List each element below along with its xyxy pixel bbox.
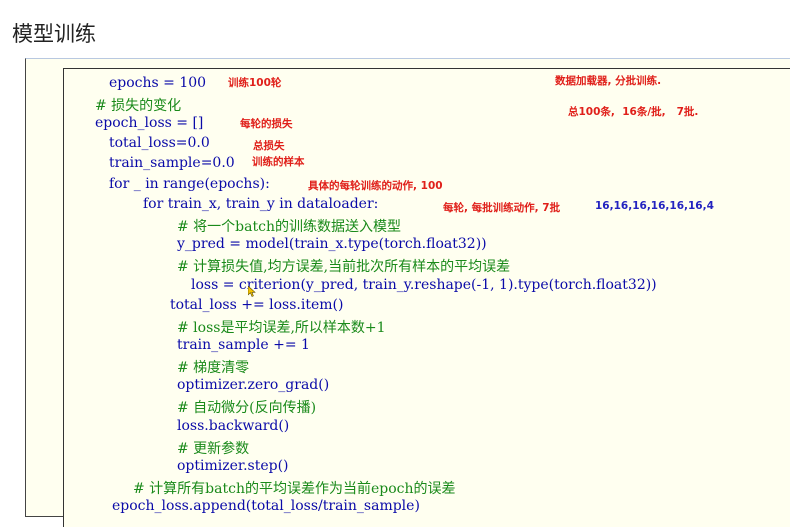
- code-comment-sample-count: # loss是平均误差,所以样本数+1: [177, 320, 386, 336]
- code-line-epoch-loss: epoch_loss = []: [95, 115, 204, 131]
- annotation-batch-sizes: 16,16,16,16,16,16,4: [595, 200, 714, 212]
- mouse-cursor-icon: [248, 286, 256, 297]
- annotation-outer-loop: 具体的每轮训练的动作, 100: [308, 180, 443, 192]
- code-line-backward: loss.backward(): [177, 418, 290, 434]
- annotation-total-loss: 总损失: [253, 140, 285, 152]
- annotation-batches: 总100条, 16条/批, 7批.: [568, 106, 699, 118]
- code-line-total-loss: total_loss=0.0: [109, 135, 210, 151]
- code-comment-feed-batch: # 将一个batch的训练数据送入模型: [177, 219, 401, 235]
- code-comment-backprop: # 自动微分(反向传播): [177, 400, 317, 416]
- annotation-epoch-loss: 每轮的损失: [240, 118, 293, 130]
- code-line-train-sample: train_sample=0.0: [109, 155, 235, 171]
- code-line-total-loss-add: total_loss += loss.item(): [170, 297, 344, 313]
- page-title: 模型训练: [12, 22, 96, 46]
- annotation-dataloader: 数据加载器, 分批训练.: [555, 75, 662, 87]
- annotation-train-sample: 训练的样本: [252, 156, 305, 168]
- code-comment-update-params: # 更新参数: [177, 441, 250, 457]
- code-line-loss: loss = criterion(y_pred, train_y.reshape…: [191, 277, 657, 293]
- code-comment-zero-grad: # 梯度清零: [177, 360, 250, 376]
- code-line-outer-loop: for _ in range(epochs):: [109, 176, 270, 192]
- code-line-y-pred: y_pred = model(train_x.type(torch.float3…: [177, 236, 487, 252]
- code-line-epochs: epochs = 100: [109, 75, 207, 91]
- annotation-inner-loop: 每轮, 每批训练动作, 7批: [443, 202, 561, 214]
- code-comment-epoch-error: # 计算所有batch的平均误差作为当前epoch的误差: [133, 481, 456, 497]
- code-line-append: epoch_loss.append(total_loss/train_sampl…: [112, 498, 420, 514]
- code-line-step: optimizer.step(): [177, 458, 289, 474]
- code-comment-compute-loss: # 计算损失值,均方误差,当前批次所有样本的平均误差: [177, 259, 511, 275]
- code-line-inner-loop: for train_x, train_y in dataloader:: [143, 196, 379, 212]
- code-line-train-sample-add: train_sample += 1: [177, 337, 310, 353]
- code-comment-loss-change: # 损失的变化: [95, 98, 182, 114]
- code-line-zero-grad: optimizer.zero_grad(): [177, 377, 330, 393]
- annotation-epochs: 训练100轮: [228, 77, 282, 89]
